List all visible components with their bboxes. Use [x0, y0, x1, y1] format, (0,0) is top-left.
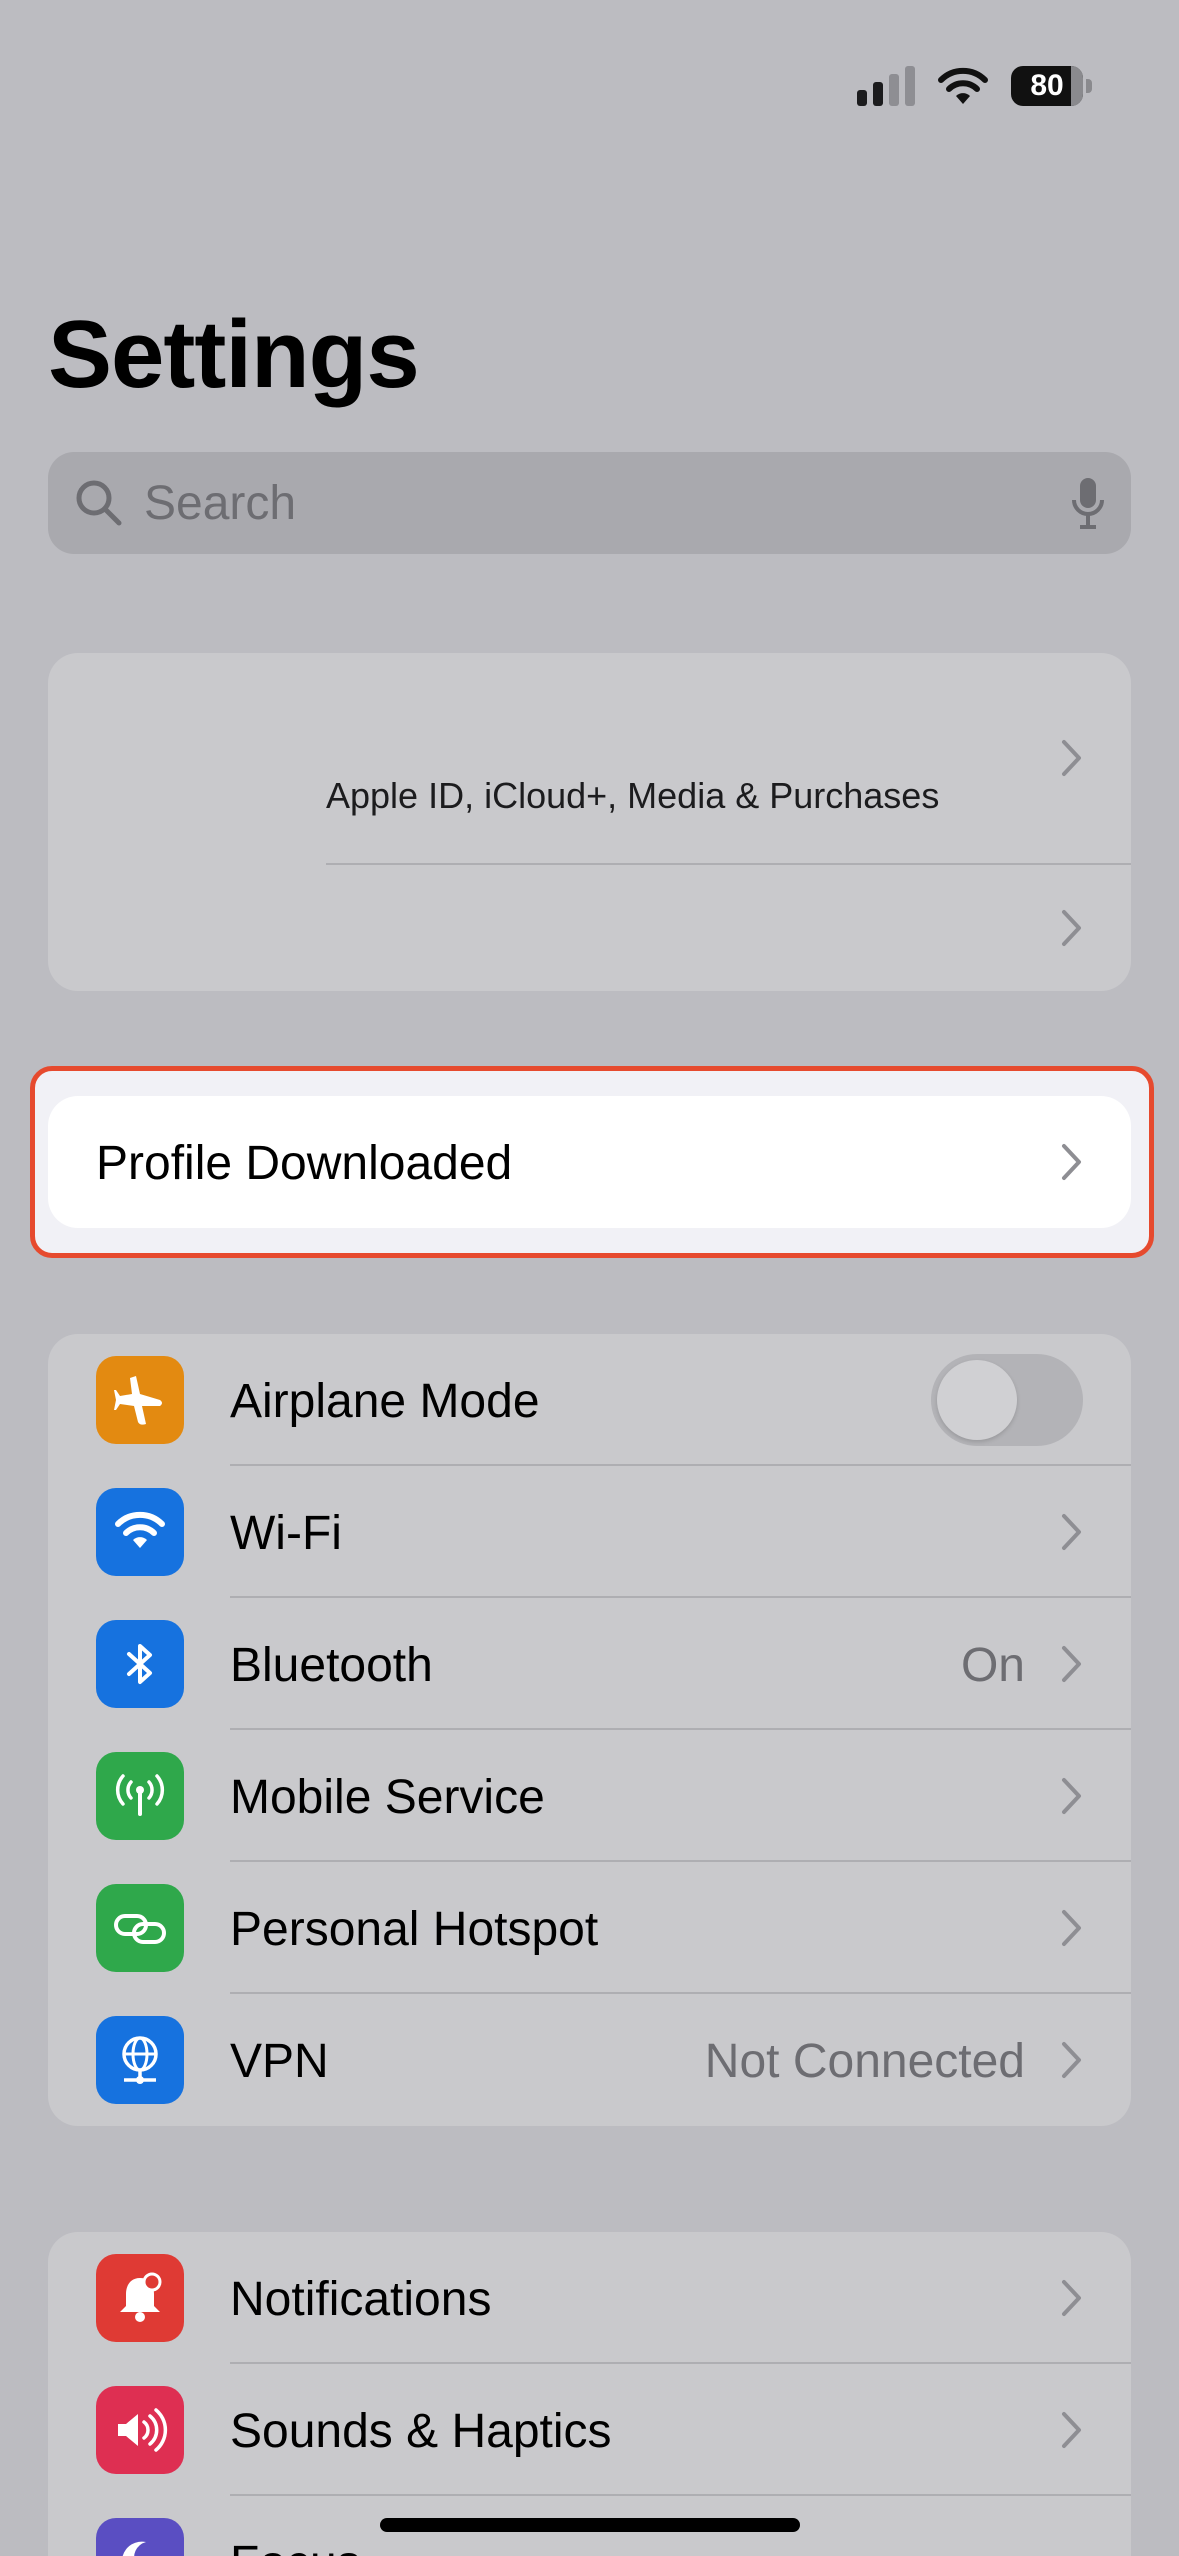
apple-id-subtitle: Apple ID, iCloud+, Media & Purchases — [326, 775, 940, 816]
page-title: Settings — [48, 301, 420, 408]
vpn-row[interactable]: VPN Not Connected — [48, 1994, 1131, 2126]
cellular-signal-icon — [857, 66, 915, 106]
wifi-icon — [96, 1488, 184, 1576]
mobile-service-row[interactable]: Mobile Service — [48, 1730, 1131, 1862]
chevron-right-icon — [1061, 1513, 1083, 1551]
chevron-right-icon — [1061, 2411, 1083, 2449]
wifi-row[interactable]: Wi-Fi — [48, 1466, 1131, 1598]
airplane-icon — [96, 1356, 184, 1444]
wifi-status-icon — [938, 67, 988, 104]
focus-label: Focus — [230, 2536, 361, 2556]
chevron-right-icon — [1061, 2279, 1083, 2317]
notifications-group: Notifications Sounds & Haptics Focus — [48, 2232, 1131, 2556]
apple-id-row[interactable]: Apple ID, iCloud+, Media & Purchases — [48, 653, 1131, 863]
bluetooth-label: Bluetooth — [230, 1639, 433, 1692]
search-icon — [76, 480, 122, 526]
personal-hotspot-row[interactable]: Personal Hotspot — [48, 1862, 1131, 1994]
notifications-row[interactable]: Notifications — [48, 2232, 1131, 2364]
connectivity-group: Airplane Mode Wi-Fi Bluetooth On Mobile … — [48, 1334, 1131, 2126]
profile-downloaded-label: Profile Downloaded — [96, 1137, 513, 1190]
sounds-haptics-label: Sounds & Haptics — [230, 2405, 612, 2458]
bell-icon — [96, 2254, 184, 2342]
antenna-icon — [96, 1752, 184, 1840]
mobile-service-label: Mobile Service — [230, 1771, 545, 1824]
vpn-status: Not Connected — [704, 2035, 1025, 2088]
wifi-label: Wi-Fi — [230, 1507, 342, 1560]
profile-downloaded-row[interactable]: Profile Downloaded — [48, 1096, 1131, 1228]
account-group: Apple ID, iCloud+, Media & Purchases — [48, 653, 1131, 991]
search-bar[interactable]: Search — [48, 452, 1131, 554]
chevron-right-icon — [1061, 1909, 1083, 1947]
bluetooth-icon — [96, 1620, 184, 1708]
bluetooth-status: On — [960, 1639, 1025, 1692]
account-secondary-row[interactable] — [48, 865, 1131, 991]
battery-icon: 80 — [1011, 66, 1092, 106]
chevron-right-icon — [1061, 2041, 1083, 2079]
bluetooth-row[interactable]: Bluetooth On — [48, 1598, 1131, 1730]
personal-hotspot-label: Personal Hotspot — [230, 1903, 599, 1956]
microphone-icon[interactable] — [1071, 476, 1105, 530]
speaker-icon — [96, 2386, 184, 2474]
airplane-mode-toggle[interactable] — [931, 1354, 1083, 1446]
chevron-right-icon — [1061, 1777, 1083, 1815]
status-bar: 80 — [857, 60, 1092, 112]
airplane-mode-label: Airplane Mode — [230, 1375, 540, 1428]
airplane-mode-row[interactable]: Airplane Mode — [48, 1334, 1131, 1466]
chevron-right-icon — [1061, 739, 1083, 777]
chevron-right-icon — [1061, 1143, 1083, 1181]
vpn-label: VPN — [230, 2035, 329, 2088]
sounds-haptics-row[interactable]: Sounds & Haptics — [48, 2364, 1131, 2496]
battery-level: 80 — [1030, 69, 1064, 102]
hotspot-icon — [96, 1884, 184, 1972]
notifications-label: Notifications — [230, 2273, 492, 2326]
globe-icon — [96, 2016, 184, 2104]
search-input[interactable]: Search — [144, 476, 1071, 531]
moon-icon — [96, 2518, 184, 2556]
chevron-right-icon — [1061, 909, 1083, 947]
home-indicator[interactable] — [380, 2518, 800, 2532]
chevron-right-icon — [1061, 1645, 1083, 1683]
